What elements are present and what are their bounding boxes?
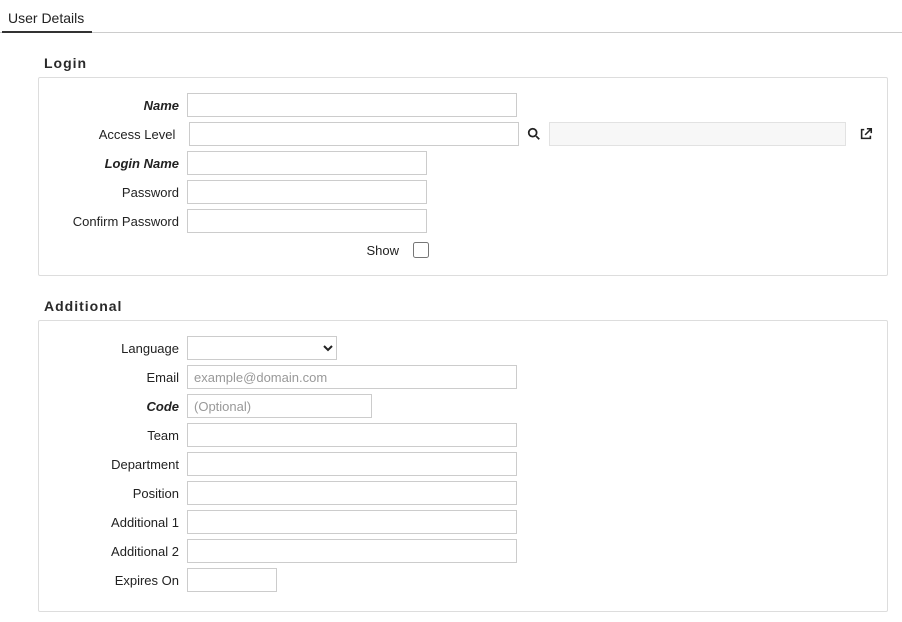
input-team[interactable] <box>187 423 517 447</box>
label-department: Department <box>47 457 187 472</box>
row-email: Email <box>47 365 875 389</box>
label-login-name: Login Name <box>47 156 187 171</box>
input-name[interactable] <box>187 93 517 117</box>
row-expires-on: Expires On <box>47 568 875 592</box>
label-access-level: Access Level <box>47 127 183 142</box>
search-icon[interactable] <box>525 125 543 143</box>
section-heading-login: Login <box>44 55 902 71</box>
label-code: Code <box>47 399 187 414</box>
input-access-level[interactable] <box>189 122 519 146</box>
access-level-display <box>549 122 846 146</box>
label-position: Position <box>47 486 187 501</box>
input-email[interactable] <box>187 365 517 389</box>
label-additional2: Additional 2 <box>47 544 187 559</box>
row-team: Team <box>47 423 875 447</box>
input-code[interactable] <box>187 394 372 418</box>
row-additional1: Additional 1 <box>47 510 875 534</box>
row-code: Code <box>47 394 875 418</box>
label-team: Team <box>47 428 187 443</box>
row-access-level: Access Level <box>47 122 875 146</box>
label-name: Name <box>47 98 187 113</box>
input-expires-on[interactable] <box>187 568 277 592</box>
label-expires-on: Expires On <box>47 573 187 588</box>
row-name: Name <box>47 93 875 117</box>
panel-login: Name Access Level Login Name Password Co… <box>38 77 888 276</box>
input-department[interactable] <box>187 452 517 476</box>
tab-bar: User Details <box>0 6 902 33</box>
input-password[interactable] <box>187 180 427 204</box>
label-confirm-password: Confirm Password <box>47 214 187 229</box>
checkbox-show[interactable] <box>413 242 429 258</box>
label-show: Show <box>47 243 409 258</box>
row-password: Password <box>47 180 875 204</box>
input-position[interactable] <box>187 481 517 505</box>
input-additional2[interactable] <box>187 539 517 563</box>
row-language: Language <box>47 336 875 360</box>
row-show: Show <box>47 239 875 261</box>
tab-user-details[interactable]: User Details <box>2 7 92 33</box>
row-login-name: Login Name <box>47 151 875 175</box>
select-language[interactable] <box>187 336 337 360</box>
row-confirm-password: Confirm Password <box>47 209 875 233</box>
row-position: Position <box>47 481 875 505</box>
input-additional1[interactable] <box>187 510 517 534</box>
section-heading-additional: Additional <box>44 298 902 314</box>
input-confirm-password[interactable] <box>187 209 427 233</box>
label-email: Email <box>47 370 187 385</box>
panel-additional: Language Email Code Team Department Posi… <box>38 320 888 612</box>
external-link-icon[interactable] <box>858 125 876 143</box>
label-password: Password <box>47 185 187 200</box>
row-department: Department <box>47 452 875 476</box>
input-login-name[interactable] <box>187 151 427 175</box>
label-additional1: Additional 1 <box>47 515 187 530</box>
row-additional2: Additional 2 <box>47 539 875 563</box>
label-language: Language <box>47 341 187 356</box>
